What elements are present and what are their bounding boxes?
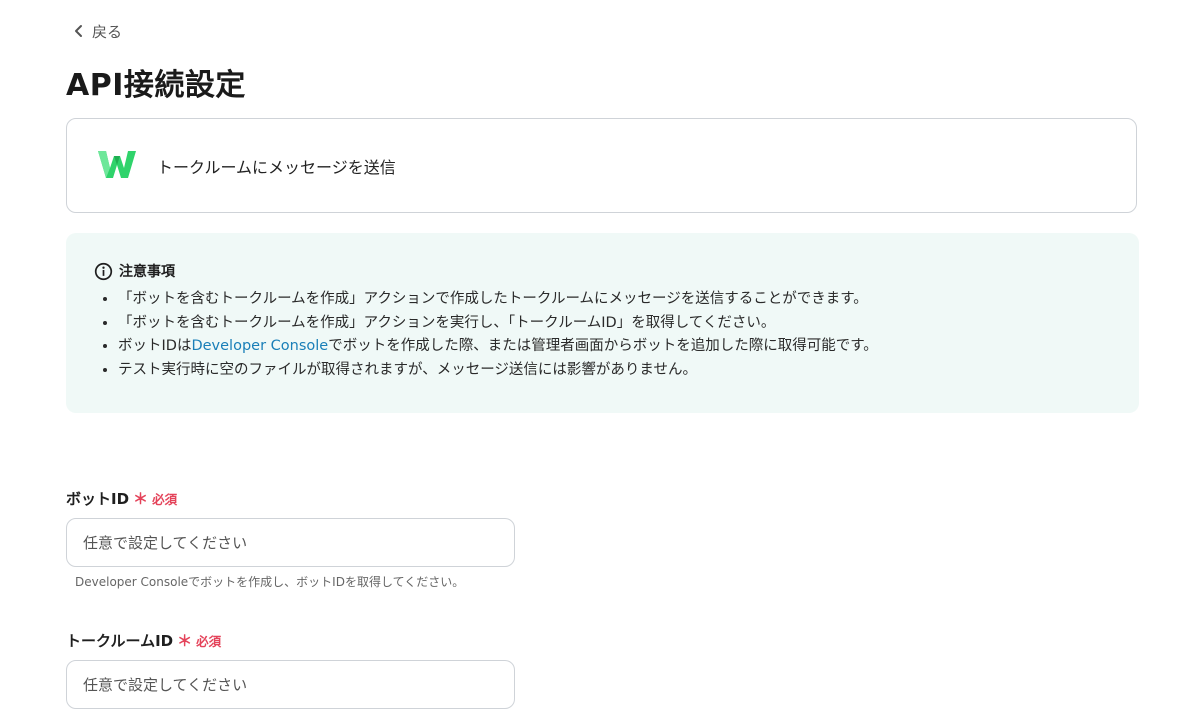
room-id-label-text: トークルームID [66,632,174,650]
notice-item: ボットIDはDeveloper Consoleでボットを作成した際、または管理者… [118,335,1139,359]
notice-item-text: でボットを作成した際、または管理者画面からボットを追加した際に取得可能です。 [328,338,878,355]
page-title: API接続設定 [66,68,246,103]
selected-action-card: トークルームにメッセージを送信 [66,118,1137,213]
page: 戻る API接続設定 トークルームにメッセージを送信 注意事項 「ボット [0,0,1177,711]
notice-box: 注意事項 「ボットを含むトークルームを作成」アクションで作成したトークルームにメ… [66,233,1139,413]
notice-heading: 注意事項 [94,261,1139,281]
bot-id-help-text: Developer Consoleでボットを作成し、ボットIDを取得してください… [75,575,465,589]
room-id-input[interactable] [66,660,515,709]
required-asterisk: ＊ [133,490,149,508]
notice-heading-text: 注意事項 [119,264,175,280]
required-badge: 必須 [152,492,178,507]
bot-id-label: ボットID ＊ 必須 [66,488,177,509]
info-icon [94,262,113,281]
notice-item: テスト実行時に空のファイルが取得されますが、メッセージ送信には影響がありません。 [118,359,1139,383]
bot-id-label-text: ボットID [66,490,130,508]
back-label: 戻る [92,22,123,41]
back-link[interactable]: 戻る [72,20,122,42]
chevron-left-icon [72,24,86,38]
notice-item-text: ボットIDは [118,338,192,355]
notice-item: 「ボットを含むトークルームを作成」アクションを実行し、「トークルームID」を取得… [118,312,1139,336]
notice-item: 「ボットを含むトークルームを作成」アクションで作成したトークルームにメッセージを… [118,288,1139,312]
line-works-logo-icon [97,147,137,185]
action-label: トークルームにメッセージを送信 [157,157,396,177]
required-badge: 必須 [196,634,222,649]
required-asterisk: ＊ [177,632,193,650]
notice-list: 「ボットを含むトークルームを作成」アクションで作成したトークルームにメッセージを… [94,288,1139,383]
developer-console-link[interactable]: Developer Console [191,338,328,354]
bot-id-input[interactable] [66,518,515,567]
room-id-label: トークルームID ＊ 必須 [66,630,221,651]
